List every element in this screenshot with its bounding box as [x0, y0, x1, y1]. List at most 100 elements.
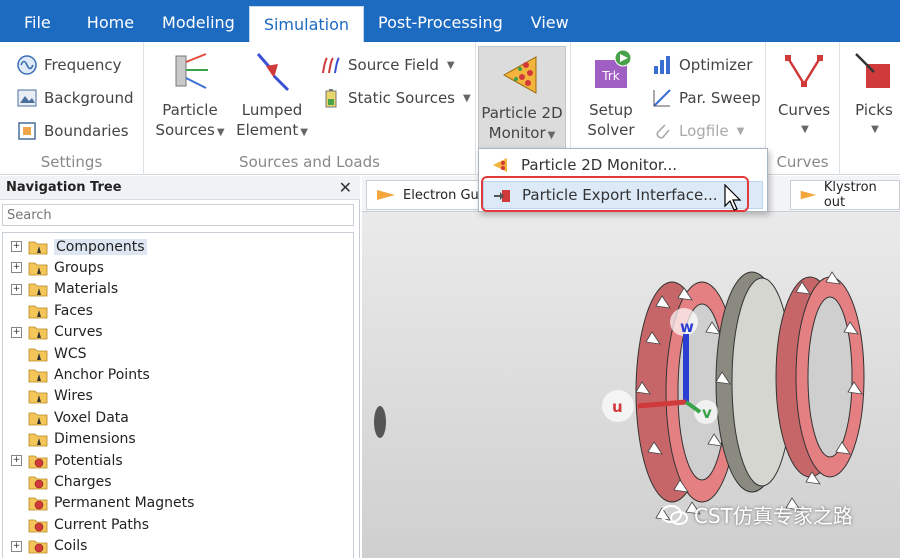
expand-icon[interactable]: +	[11, 540, 22, 552]
tree-item-label: Current Paths	[54, 516, 150, 533]
chevron-down-icon: ▼	[300, 127, 308, 138]
folder-icon	[28, 283, 48, 297]
close-icon[interactable]: ✕	[339, 176, 352, 200]
expand-icon[interactable]: +	[11, 262, 22, 274]
tree-item-label: Materials	[54, 281, 119, 298]
menu-tab-modeling[interactable]: Modeling	[148, 0, 249, 42]
folder-gear-icon	[28, 455, 48, 468]
settings-group: Frequency Background Boundaries Settings	[0, 42, 144, 175]
battery-icon	[325, 89, 337, 108]
lumped-element-button[interactable]: Lumped Element ▼	[234, 48, 310, 143]
source-field-icon	[322, 57, 340, 74]
expand-icon[interactable]: +	[11, 241, 22, 252]
boundaries-button[interactable]: Boundaries	[16, 118, 129, 144]
klystron-icon	[800, 190, 817, 200]
menu-tab-file[interactable]: File	[0, 0, 73, 42]
search-input[interactable]	[2, 204, 354, 226]
menu-bar: File Home Modeling Simulation Post-Proce…	[0, 0, 900, 42]
wechat-icon	[660, 504, 688, 525]
tree-item-curves[interactable]: + Curves	[11, 322, 103, 343]
axis-w-label: w	[680, 318, 694, 336]
bar-chart-icon	[654, 56, 670, 74]
sources-group-label: Sources and Loads	[239, 153, 380, 171]
tree-item-groups[interactable]: + Groups	[11, 257, 104, 278]
tree-item-wires[interactable]: Wires	[11, 386, 93, 407]
expand-icon[interactable]: +	[11, 283, 22, 295]
tree-item-coils[interactable]: + Coils	[11, 536, 87, 557]
picks-button[interactable]: Picks ▼	[848, 48, 900, 140]
setup-solver-icon: Trk	[595, 49, 632, 88]
folder-icon	[28, 412, 48, 426]
tree-item-faces[interactable]: Faces	[11, 300, 93, 321]
picks-icon	[855, 53, 890, 88]
static-sources-button[interactable]: Static Sources ▼	[320, 85, 471, 111]
tree-item-label: Groups	[54, 259, 104, 276]
optimizer-button[interactable]: Optimizer	[651, 52, 752, 78]
chevron-down-icon: ▼	[463, 92, 471, 104]
tree-item-dimensions[interactable]: Dimensions	[11, 429, 136, 450]
paperclip-icon	[656, 124, 670, 139]
sweep-icon	[653, 89, 671, 107]
tree-item-wcs[interactable]: WCS	[11, 343, 87, 364]
tree-item-label: Permanent Magnets	[54, 495, 195, 512]
tree-item-label: WCS	[54, 345, 87, 362]
sources-and-loads-group: Particle Sources ▼ Lumped Element ▼ Source…	[144, 42, 476, 175]
tree-item-label: Wires	[54, 388, 93, 405]
lumped-element-icon	[256, 53, 290, 92]
tree-item-label: Anchor Points	[54, 366, 150, 383]
folder-gear-icon	[28, 476, 48, 490]
tree-item-potentials[interactable]: + Potentials	[11, 450, 123, 471]
folder-icon	[28, 369, 48, 383]
menu-tab-post-processing[interactable]: Post-Processing	[364, 0, 517, 42]
axis-v-label: v	[702, 404, 712, 422]
emitter-disc	[374, 406, 386, 438]
navigation-tree: + Components + Groups + Materials Faces + Curves…	[2, 232, 354, 558]
particle-sources-button[interactable]: Particle Sources ▼	[154, 48, 226, 143]
tree-item-voxel-data[interactable]: Voxel Data	[11, 407, 129, 428]
folder-icon	[28, 262, 48, 276]
chevron-down-icon: ▼	[736, 125, 745, 137]
particle-monitor-icon	[502, 56, 537, 94]
boundaries-icon	[18, 122, 36, 140]
setup-solver-button[interactable]: Trk Setup Solver	[579, 48, 643, 140]
menu-tab-view[interactable]: View	[517, 0, 583, 42]
tree-item-current-paths[interactable]: Current Paths	[11, 514, 149, 535]
par-sweep-button[interactable]: Par. Sweep	[651, 85, 761, 111]
tab-electron-gun[interactable]: Electron Gun	[366, 180, 497, 210]
logfile-button[interactable]: Logfile ▼	[651, 118, 744, 144]
tree-item-materials[interactable]: + Materials	[11, 279, 118, 300]
chevron-down-icon: ▼	[216, 127, 225, 138]
frequency-button[interactable]: Frequency	[16, 52, 122, 78]
curves-group-label: Curves	[776, 153, 829, 171]
expand-icon[interactable]: +	[11, 455, 22, 466]
chevron-down-icon: ▼	[801, 124, 809, 135]
tree-item-charges[interactable]: Charges	[11, 471, 112, 492]
folder-icon	[28, 390, 48, 404]
particle-2d-monitor-button[interactable]: Particle 2D Monitor ▼	[478, 46, 566, 150]
navigation-tree-panel: Navigation Tree ✕ + Components + Groups + Mat…	[0, 176, 360, 558]
folder-icon	[28, 305, 48, 319]
tree-item-anchor-points[interactable]: Anchor Points	[11, 364, 150, 385]
chevron-down-icon: ▼	[871, 124, 879, 135]
background-button[interactable]: Background	[16, 85, 134, 111]
folder-icon	[28, 326, 48, 340]
menu-tab-simulation[interactable]: Simulation	[248, 6, 365, 42]
tree-item-label: Curves	[54, 324, 103, 341]
tree-item-permanent-magnets[interactable]: Permanent Magnets	[11, 493, 194, 514]
menu-tab-home[interactable]: Home	[73, 0, 148, 42]
source-field-button[interactable]: Source Field ▼	[320, 52, 455, 78]
menu-item-particle-2d-monitor[interactable]: Particle 2D Monitor...	[483, 151, 763, 179]
tree-item-label: Charges	[54, 473, 112, 490]
tab-klystron-out[interactable]: Klystron out	[790, 180, 900, 210]
svg-text:Trk: Trk	[601, 69, 620, 83]
folder-gear-icon	[28, 497, 48, 511]
expand-icon[interactable]: +	[11, 326, 22, 338]
folder-icon	[28, 348, 48, 361]
tree-item-components[interactable]: + Components	[11, 236, 147, 257]
curves-button[interactable]: Curves ▼	[774, 48, 834, 140]
tree-item-label: Potentials	[54, 452, 123, 469]
